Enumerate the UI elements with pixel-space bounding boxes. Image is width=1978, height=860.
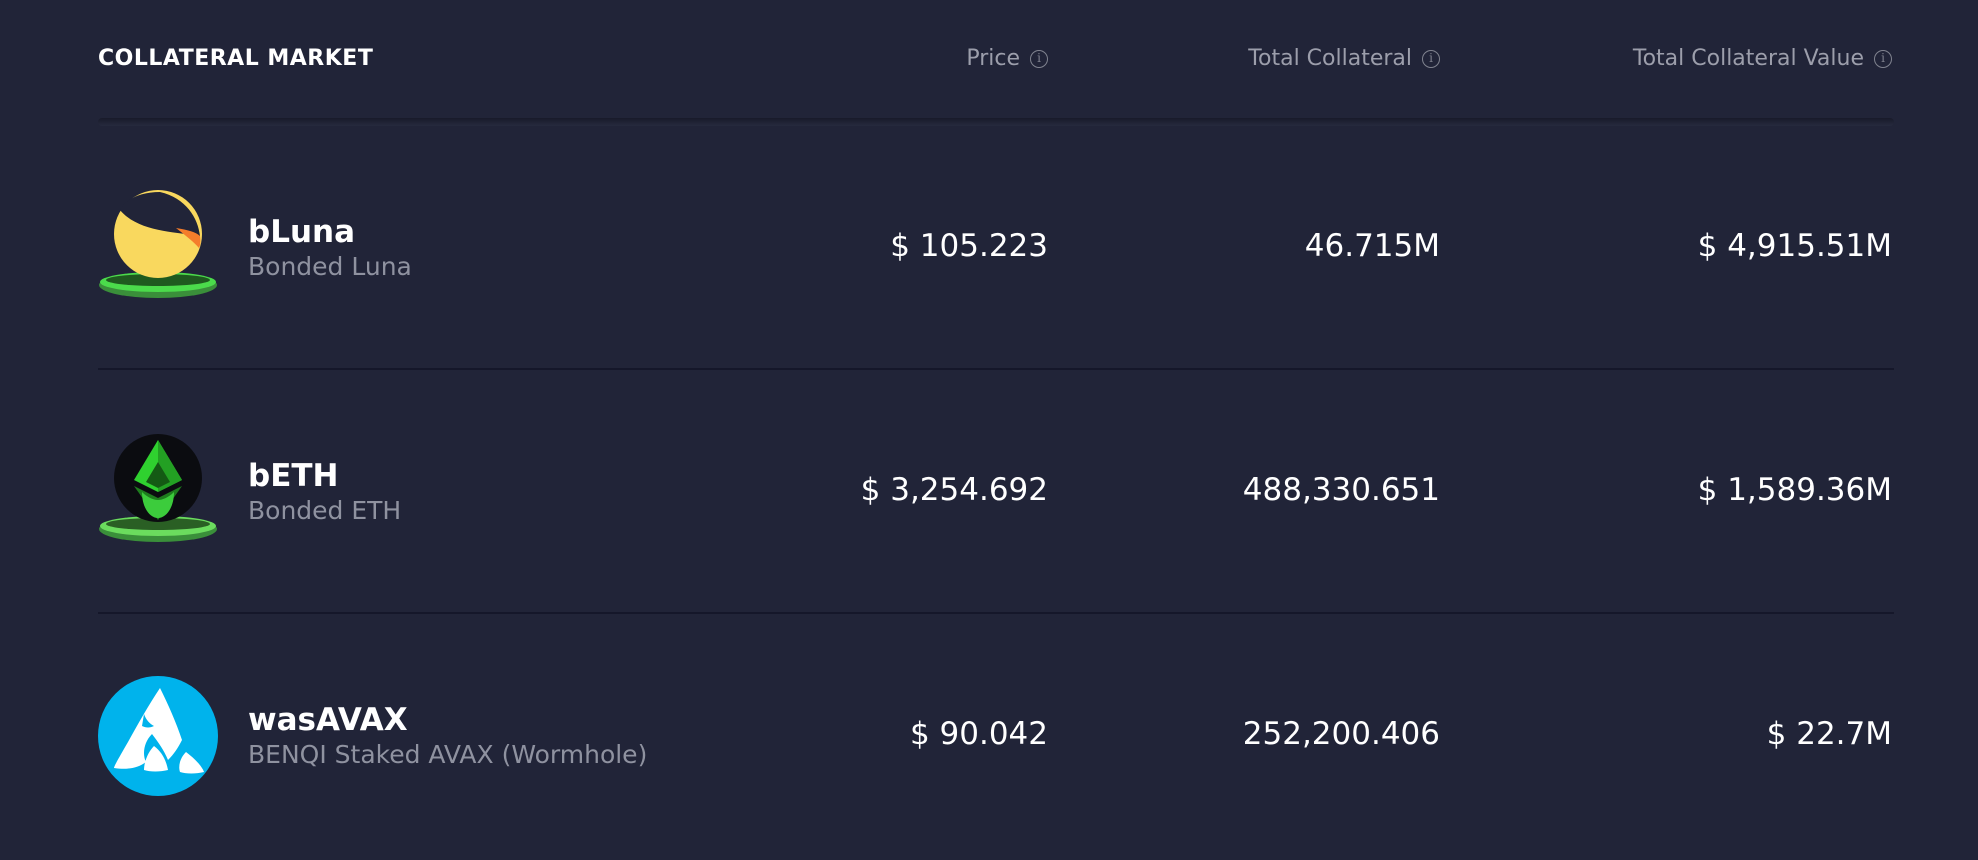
table-row[interactable]: bETH Bonded ETH $ 3,254.692 488,330.651 … — [98, 370, 1894, 614]
table-row[interactable]: wasAVAX BENQI Staked AVAX (Wormhole) $ 9… — [98, 614, 1894, 858]
column-header-total-collateral-value-label: Total Collateral Value — [1632, 46, 1864, 71]
table-title: COLLATERAL MARKET — [98, 46, 374, 71]
total-collateral-info-icon[interactable]: i — [1422, 49, 1440, 68]
token-name: Bonded ETH — [248, 496, 402, 525]
beth-token-icon — [99, 434, 217, 542]
column-header-total-collateral-label: Total Collateral — [1248, 46, 1412, 71]
collateral-market-table: COLLATERAL MARKET Price i Total Collater… — [98, 0, 1894, 860]
total-collateral-usd-value: $ 4,915.51M — [1697, 228, 1892, 264]
column-header-price-label: Price — [966, 46, 1020, 71]
total-collateral-value: 488,330.651 — [1242, 472, 1440, 508]
column-header-total-collateral: Total Collateral i — [1248, 46, 1440, 71]
table-row[interactable]: bLuna Bonded Luna $ 105.223 46.715M $ 4,… — [98, 126, 1894, 370]
token-name: Bonded Luna — [248, 252, 412, 281]
column-header-total-collateral-value: Total Collateral Value i — [1633, 46, 1892, 71]
column-header-price: Price i — [966, 46, 1048, 71]
price-value: $ 105.223 — [890, 228, 1048, 264]
header-divider — [98, 118, 1894, 126]
total-collateral-usd-value: $ 22.7M — [1766, 716, 1892, 752]
total-collateral-value: 46.715M — [1304, 228, 1440, 264]
table-header: COLLATERAL MARKET Price i Total Collater… — [98, 0, 1894, 126]
token-symbol: bETH — [248, 458, 339, 494]
token-symbol: bLuna — [248, 214, 356, 250]
total-collateral-usd-value: $ 1,589.36M — [1697, 472, 1892, 508]
price-value: $ 90.042 — [909, 716, 1048, 752]
price-info-icon[interactable]: i — [1030, 49, 1048, 68]
wasavax-token-icon — [98, 676, 218, 796]
total-collateral-value-info-icon[interactable]: i — [1874, 49, 1892, 68]
total-collateral-value: 252,200.406 — [1242, 716, 1440, 752]
price-value: $ 3,254.692 — [860, 472, 1048, 508]
bluna-token-icon — [99, 190, 217, 298]
token-symbol: wasAVAX — [248, 702, 408, 738]
token-name: BENQI Staked AVAX (Wormhole) — [248, 740, 648, 769]
